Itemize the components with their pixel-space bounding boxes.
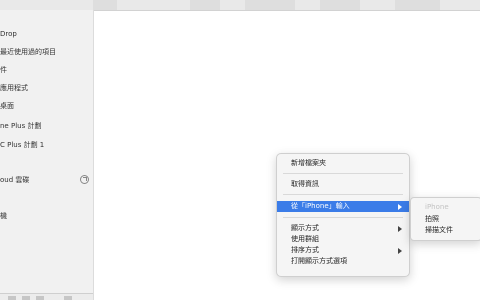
- toolbar-button[interactable]: [190, 0, 220, 10]
- sidebar-item-computer[interactable]: 機: [0, 209, 93, 223]
- sidebar-footer: [0, 293, 93, 300]
- sidebar-item-label: oud 雲碟: [0, 176, 30, 184]
- eject-icon[interactable]: [80, 175, 89, 184]
- menu-item-label: 排序方式: [291, 246, 319, 254]
- submenu-item-scan-documents[interactable]: 掃描文件: [411, 225, 480, 236]
- menu-item-sort-by[interactable]: 排序方式: [277, 245, 409, 256]
- tag-icon[interactable]: [22, 296, 30, 300]
- submenu-item-take-photo[interactable]: 拍照: [411, 214, 480, 225]
- sidebar: Drop 最近使用過的項目 件 應用程式 桌面 ne Plus 計劃 C Plu…: [0, 10, 94, 300]
- toolbar-button[interactable]: [245, 0, 295, 10]
- sidebar-item-plus-plan[interactable]: ne Plus 計劃: [0, 119, 93, 133]
- submenu-device-header: iPhone: [411, 202, 480, 213]
- sidebar-item-label: 桌面: [0, 102, 14, 110]
- menu-item-show-view-options[interactable]: 打開顯示方式選項: [277, 256, 409, 267]
- sidebar-item-label: C Plus 計劃 1: [0, 141, 45, 149]
- menu-separator: [283, 173, 403, 174]
- sidebar-item-icloud-drive[interactable]: oud 雲碟: [0, 173, 93, 187]
- menu-item-label: 顯示方式: [291, 224, 319, 232]
- tag-icon[interactable]: [64, 296, 72, 300]
- tag-icon[interactable]: [36, 296, 44, 300]
- sidebar-item-label: 件: [0, 66, 7, 74]
- menu-item-label: 新增檔案夾: [291, 159, 326, 167]
- menu-item-get-info[interactable]: 取得資訊: [277, 179, 409, 190]
- submenu-item-label: 掃描文件: [425, 226, 453, 234]
- tag-icon[interactable]: [8, 296, 16, 300]
- sidebar-item-desktop[interactable]: 桌面: [0, 99, 93, 113]
- sidebar-item-airdrop[interactable]: Drop: [0, 27, 93, 41]
- submenu-item-label: iPhone: [425, 203, 449, 211]
- menu-item-label: 打開顯示方式選項: [291, 257, 347, 265]
- chevron-right-icon: [398, 248, 402, 254]
- sidebar-item-label: ne Plus 計劃: [0, 122, 42, 130]
- sidebar-item-label: Drop: [0, 30, 17, 38]
- sidebar-item-label: 最近使用過的項目: [0, 48, 56, 56]
- sidebar-item-applications[interactable]: 應用程式: [0, 81, 93, 95]
- chevron-right-icon: [398, 226, 402, 232]
- sidebar-item-recents[interactable]: 最近使用過的項目: [0, 45, 93, 59]
- context-menu: 新增檔案夾 取得資訊 從「iPhone」輸入 顯示方式 使用群組 排序方式 打開…: [276, 153, 410, 277]
- menu-item-label: 取得資訊: [291, 180, 319, 188]
- menu-item-show-view[interactable]: 顯示方式: [277, 223, 409, 234]
- sidebar-item-plus-plan-1[interactable]: C Plus 計劃 1: [0, 138, 93, 152]
- chevron-right-icon: [398, 204, 402, 210]
- import-submenu: iPhone 拍照 掃描文件: [410, 197, 480, 241]
- menu-item-label: 從「iPhone」輸入: [291, 202, 350, 210]
- toolbar-button[interactable]: [93, 0, 117, 10]
- toolbar-button[interactable]: [320, 0, 360, 10]
- toolbar-button[interactable]: [395, 0, 440, 10]
- menu-separator: [283, 217, 403, 218]
- sidebar-item-label: 機: [0, 212, 7, 220]
- menu-item-label: 使用群組: [291, 235, 319, 243]
- menu-item-new-folder[interactable]: 新增檔案夾: [277, 158, 409, 169]
- menu-separator: [283, 194, 403, 195]
- menu-item-use-groups[interactable]: 使用群組: [277, 234, 409, 245]
- sidebar-item-label: 應用程式: [0, 84, 28, 92]
- submenu-item-label: 拍照: [425, 215, 439, 223]
- sidebar-item-documents[interactable]: 件: [0, 63, 93, 77]
- menu-item-import-from-iphone[interactable]: 從「iPhone」輸入: [277, 201, 409, 212]
